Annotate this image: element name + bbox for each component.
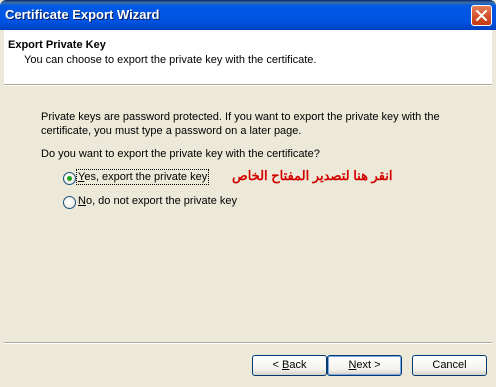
export-yes-radio[interactable] (63, 172, 76, 185)
export-no-label[interactable]: No, do not export the private key (78, 195, 237, 207)
radio-selected-dot (67, 176, 72, 181)
close-icon (476, 10, 487, 21)
window-title: Certificate Export Wizard (5, 7, 160, 22)
certificate-export-wizard-window: Certificate Export Wizard Export Private… (0, 0, 496, 387)
export-no-radio[interactable] (63, 196, 76, 209)
page-title: Export Private Key (8, 39, 106, 51)
page-subtitle: You can choose to export the private key… (24, 54, 317, 66)
question-text: Do you want to export the private key wi… (41, 148, 320, 160)
footer-divider (4, 342, 492, 344)
info-line-2: certificate, you must type a password on… (41, 125, 302, 137)
wizard-header: Export Private Key You can choose to exp… (4, 30, 492, 84)
back-button[interactable]: < Back (252, 355, 327, 376)
close-button[interactable] (471, 5, 492, 26)
info-text: Private keys are password protected. If … (41, 110, 440, 138)
arabic-annotation: انقر هنا لتصدير المفتاح الخاص (232, 168, 393, 183)
export-yes-label[interactable]: Yes, export the private key (75, 169, 210, 185)
title-bar[interactable]: Certificate Export Wizard (0, 0, 496, 30)
info-line-1: Private keys are password protected. If … (41, 111, 440, 123)
next-button[interactable]: Next > (327, 355, 402, 376)
header-divider (4, 84, 492, 86)
cancel-button[interactable]: Cancel (412, 355, 487, 376)
